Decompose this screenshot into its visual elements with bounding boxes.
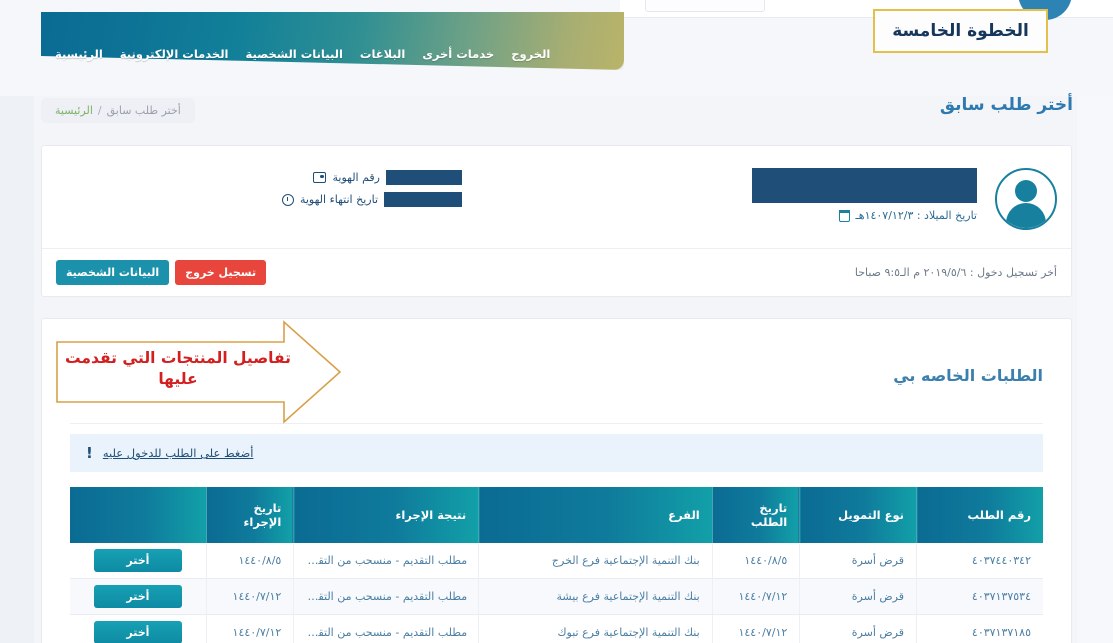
step-badge-label: الخطوة الخامسة xyxy=(892,21,1029,41)
date-of-birth-label: تاريخ الميلاد : ١٤٠٧/١٢/٣هـ xyxy=(855,209,977,222)
choose-button[interactable]: أختر xyxy=(93,585,182,608)
calendar-icon xyxy=(838,209,850,222)
header-placeholder-box xyxy=(645,0,765,12)
cell-action-date: ١٤٤٠/٧/١٢ xyxy=(205,614,294,643)
id-number-value-redacted xyxy=(386,170,462,185)
id-number-row: رقم الهوية xyxy=(313,170,462,185)
nav-eservices[interactable]: الخدمات الإلكترونية xyxy=(120,47,229,61)
logout-button[interactable]: تسجيل خروج xyxy=(175,260,267,285)
user-name-redacted xyxy=(752,168,977,203)
requests-table-wrapper: رقم الطلب نوع التمويل تاريخ الطلب الفرع … xyxy=(70,487,1043,643)
table-row[interactable]: ٤٠٣٧٤٤٠٣٤٢ قرض أسرة ١٤٤٠/٨/٥ بنك التنمية… xyxy=(70,543,1043,579)
cell-funding-type: قرض أسرة xyxy=(799,543,917,579)
choose-button[interactable]: أختر xyxy=(93,549,182,572)
step-badge: الخطوة الخامسة xyxy=(873,9,1048,53)
col-select xyxy=(70,487,207,543)
cell-action-result: مطلب التقديم - منسحب من التقديم xyxy=(293,543,479,579)
avatar xyxy=(995,168,1057,230)
clock-icon xyxy=(281,193,294,206)
cell-action-result: مطلب التقديم - منسحب من التقديم xyxy=(293,614,479,643)
cell-branch: بنك التنمية الإجتماعية فرع الخرج xyxy=(478,543,713,579)
requests-table-body: ٤٠٣٧٤٤٠٣٤٢ قرض أسرة ١٤٤٠/٨/٥ بنك التنمية… xyxy=(70,543,1043,643)
annotation-callout-text: تفاصيل المنتجات التي تقدمت عليها xyxy=(65,349,291,388)
nav-reports[interactable]: البلاغات xyxy=(360,47,405,61)
user-card-footer: البيانات الشخصية تسجيل خروج أخر تسجيل دخ… xyxy=(42,248,1071,296)
date-of-birth: تاريخ الميلاد : ١٤٠٧/١٢/٣هـ xyxy=(838,209,977,222)
cell-request-number: ٤٠٣٧٤٤٠٣٤٢ xyxy=(916,543,1043,579)
col-request-date[interactable]: تاريخ الطلب xyxy=(711,487,800,543)
personal-data-button[interactable]: البيانات الشخصية xyxy=(56,260,170,285)
info-alert: ! أضغط على الطلب للدخول عليه xyxy=(70,434,1043,472)
cell-select: أختر xyxy=(70,543,207,579)
requests-panel-title: الطلبات الخاصه بي xyxy=(893,366,1043,385)
choose-button[interactable]: أختر xyxy=(93,621,182,643)
user-card-top: تاريخ الميلاد : ١٤٠٧/١٢/٣هـ رقم الهوية ت… xyxy=(42,146,1071,250)
nav-other-services[interactable]: خدمات أخرى xyxy=(422,47,494,61)
page-title: أختر طلب سابق xyxy=(939,95,1073,115)
panel-divider xyxy=(70,423,1043,424)
col-branch[interactable]: الفرع xyxy=(478,487,713,543)
breadcrumb-home[interactable]: الرئيسية xyxy=(55,104,93,117)
requests-table: رقم الطلب نوع التمويل تاريخ الطلب الفرع … xyxy=(70,487,1043,643)
cell-select: أختر xyxy=(70,614,207,643)
cell-action-result: مطلب التقديم - منسحب من التقديم xyxy=(293,578,479,615)
identity-info-group: رقم الهوية تاريخ انتهاء الهوية xyxy=(42,146,462,250)
avatar-body-icon xyxy=(1006,203,1046,228)
col-action-result[interactable]: نتيجة الإجراء xyxy=(293,487,479,543)
cell-request-number: ٤٠٣٧١٣٧٥٣٤ xyxy=(916,578,1043,615)
cell-branch: بنك التنمية الإجتماعية فرع بيشة xyxy=(478,578,713,615)
col-request-number[interactable]: رقم الطلب xyxy=(916,487,1043,543)
cell-action-date: ١٤٤٠/٧/١٢ xyxy=(205,578,294,615)
cell-action-date: ١٤٤٠/٨/٥ xyxy=(205,543,294,579)
cell-request-number: ٤٠٣٧١٣٧١٨٥ xyxy=(916,614,1043,643)
id-expiry-label: تاريخ انتهاء الهوية xyxy=(299,193,378,206)
table-row[interactable]: ٤٠٣٧١٣٧١٨٥ قرض أسرة ١٤٤٠/٧/١٢ بنك التنمي… xyxy=(70,614,1043,643)
col-funding-type[interactable]: نوع التمويل xyxy=(799,487,917,543)
user-card-buttons: البيانات الشخصية تسجيل خروج xyxy=(56,260,267,285)
cell-funding-type: قرض أسرة xyxy=(799,578,917,615)
last-login-text: أخر تسجيل دخول : ٢٠١٩/٥/٦ م الـ٩:٥ صباحا xyxy=(854,266,1057,279)
table-header-row: رقم الطلب نوع التمويل تاريخ الطلب الفرع … xyxy=(70,487,1043,543)
col-action-date[interactable]: تاريخ الإجراء xyxy=(205,487,294,543)
id-number-label: رقم الهوية xyxy=(332,171,380,184)
table-row[interactable]: ٤٠٣٧١٣٧٥٣٤ قرض أسرة ١٤٤٠/٧/١٢ بنك التنمي… xyxy=(70,578,1043,615)
nav-personal-data[interactable]: البيانات الشخصية xyxy=(245,47,342,61)
main-navigation: الرئيسية الخدمات الإلكترونية البيانات ال… xyxy=(41,12,624,70)
id-expiry-value-redacted xyxy=(384,192,462,207)
cell-branch: بنك التنمية الإجتماعية فرع تبوك xyxy=(478,614,713,643)
cell-request-date: ١٤٤٠/٧/١٢ xyxy=(711,614,800,643)
cell-select: أختر xyxy=(70,578,207,615)
breadcrumb-current: أختر طلب سابق xyxy=(106,104,181,117)
exclamation-icon: ! xyxy=(86,443,93,462)
id-expiry-row: تاريخ انتهاء الهوية xyxy=(281,192,462,207)
nav-logout[interactable]: الخروج xyxy=(511,47,550,61)
requests-table-head: رقم الطلب نوع التمويل تاريخ الطلب الفرع … xyxy=(70,487,1043,543)
avatar-head-icon xyxy=(1015,180,1037,202)
id-card-icon xyxy=(313,172,327,183)
user-info-card: تاريخ الميلاد : ١٤٠٧/١٢/٣هـ رقم الهوية ت… xyxy=(41,145,1072,297)
nav-home[interactable]: الرئيسية xyxy=(55,47,103,61)
breadcrumb-separator: / xyxy=(97,104,102,117)
cell-request-date: ١٤٤٠/٧/١٢ xyxy=(711,578,800,615)
cell-request-date: ١٤٤٠/٨/٥ xyxy=(711,543,800,579)
cell-funding-type: قرض أسرة xyxy=(799,614,917,643)
info-alert-text: أضغط على الطلب للدخول عليه xyxy=(102,446,254,460)
breadcrumb: الرئيسية / أختر طلب سابق xyxy=(41,98,195,123)
